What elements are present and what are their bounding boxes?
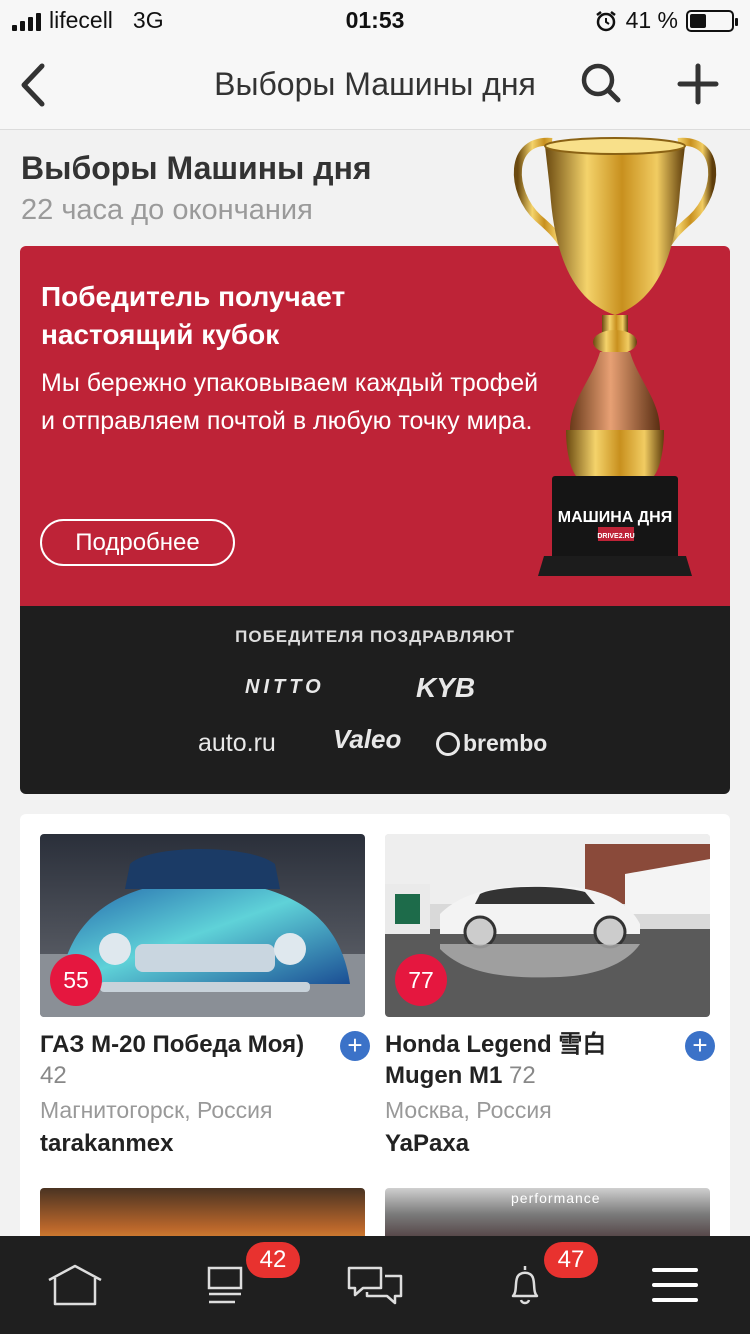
status-right: 41 % <box>594 7 738 34</box>
car-city: Москва, Россия <box>385 1097 552 1123</box>
notifications-badge: 47 <box>544 1242 598 1278</box>
sponsor-logo-brembo[interactable]: brembo <box>436 730 547 757</box>
car-count: 72 <box>509 1062 536 1089</box>
tab-feed[interactable]: 42 <box>150 1236 300 1334</box>
car-title-text: Honda Legend 雪白 Mugen M1 <box>385 1031 607 1089</box>
tab-messages[interactable] <box>300 1236 450 1334</box>
car-title[interactable]: ГАЗ М-20 Победа Моя) 42 <box>40 1029 325 1091</box>
car-card[interactable]: 55 ГАЗ М-20 Победа Моя) 42 Магнитогорск,… <box>40 834 370 1158</box>
details-button[interactable]: Подробнее <box>40 519 235 566</box>
plus-icon[interactable] <box>676 62 720 106</box>
car-card[interactable]: 77 Honda Legend 雪白 Mugen M1 72 Москва, Р… <box>385 834 715 1158</box>
sponsor-logo-autoru[interactable]: auto.ru <box>198 729 276 758</box>
status-bar: lifecell 3G 01:53 41 % <box>0 0 750 40</box>
sponsor-logo-valeo[interactable]: Valeo <box>333 724 401 755</box>
promo-text: Мы бережно упаковываем каждый трофей и о… <box>41 369 539 435</box>
trophy-image: МАШИНА ДНЯ DRIVE2.RU <box>513 137 717 576</box>
messages-icon <box>347 1266 403 1305</box>
feed-badge: 42 <box>246 1242 300 1278</box>
car-owner[interactable]: tarakanmex <box>40 1130 365 1158</box>
tab-home[interactable] <box>0 1236 150 1334</box>
tab-bar: 42 47 <box>0 1236 750 1334</box>
car-title-text: ГАЗ М-20 Победа Моя) <box>40 1031 305 1058</box>
follow-plus-icon[interactable]: + <box>340 1031 370 1061</box>
search-icon[interactable] <box>578 58 626 110</box>
sponsor-logo-kyb[interactable]: KYB <box>416 672 475 704</box>
feed-icon <box>207 1266 243 1304</box>
car-title[interactable]: Honda Legend 雪白 Mugen M1 72 <box>385 1029 670 1091</box>
tab-menu[interactable] <box>600 1236 750 1334</box>
brembo-label: brembo <box>463 730 548 756</box>
photo-caption-text: performance <box>511 1190 601 1206</box>
cars-grid: 55 ГАЗ М-20 Победа Моя) 42 Магнитогорск,… <box>20 814 730 1254</box>
car-city: Магнитогорск, Россия <box>40 1097 273 1123</box>
home-icon <box>48 1264 102 1306</box>
battery-fill <box>690 13 707 28</box>
vote-score-badge: 55 <box>50 954 102 1006</box>
vote-score-badge: 77 <box>395 954 447 1006</box>
battery-icon <box>686 9 738 32</box>
battery-percent: 41 % <box>625 7 678 33</box>
sponsors-title: ПОБЕДИТЕЛЯ ПОЗДРАВЛЯЮТ <box>235 627 515 646</box>
car-photo[interactable]: 77 <box>385 834 710 1017</box>
tab-notifications[interactable]: 47 <box>450 1236 600 1334</box>
sponsors-block: ПОБЕДИТЕЛЯ ПОЗДРАВЛЯЮТ NITTO KYB auto.ru… <box>20 606 730 794</box>
navigation-bar: Выборы Машины дня <box>0 40 750 130</box>
menu-icon <box>652 1268 698 1302</box>
nav-title: Выборы Машины дня <box>214 66 536 102</box>
sponsor-logo-nitto[interactable]: NITTO <box>245 676 325 699</box>
car-owner[interactable]: YaPaxa <box>385 1130 710 1158</box>
alarm-icon <box>595 10 616 31</box>
countdown-text: 22 часа до окончания <box>21 194 313 226</box>
trophy-plate-sub: DRIVE2.RU <box>597 533 634 540</box>
follow-plus-icon[interactable]: + <box>685 1031 715 1061</box>
car-photo[interactable]: 55 <box>40 834 365 1017</box>
page-title: Выборы Машины дня <box>21 150 372 186</box>
brembo-mark-icon <box>436 731 460 756</box>
promo-title: Победитель получает настоящий кубок <box>41 281 346 350</box>
trophy-plate-title: МАШИНА ДНЯ <box>558 509 672 526</box>
car-count: 42 <box>40 1062 67 1089</box>
